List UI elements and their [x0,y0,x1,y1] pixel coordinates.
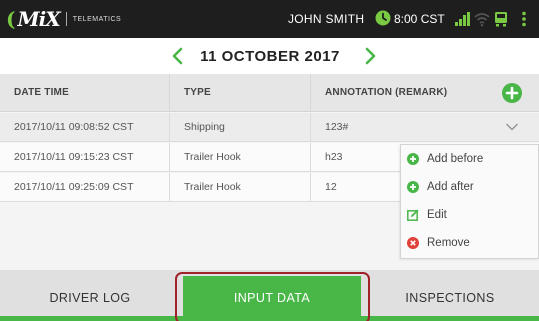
menu-item-add-after[interactable]: Add after [401,174,539,202]
signal-icon [455,12,470,26]
user-name[interactable]: JOHN SMITH [288,12,364,26]
plus-circle-icon [407,181,419,193]
chevron-left-icon[interactable] [170,46,186,66]
chevron-down-icon[interactable] [505,122,519,132]
tab-driver-log[interactable]: DRIVER LOG [0,276,180,321]
menu-item-label: Remove [427,237,470,249]
logo-separator [65,12,67,26]
chevron-right-icon[interactable] [362,46,378,66]
menu-item-add-before[interactable]: Add before [401,146,539,174]
more-menu-icon[interactable] [521,11,527,27]
logo-bracket-icon: ( [6,7,16,31]
current-date: 11 OCTOBER 2017 [200,48,340,65]
table-header: DATE TIME TYPE ANNOTATION (REMARK) [0,74,539,112]
cell-date-time: 2017/10/11 09:25:09 CST [0,173,170,202]
edit-icon [407,209,419,221]
remove-circle-icon [407,237,419,249]
cell-type: Shipping [170,113,311,142]
table-row[interactable]: 2017/10/11 09:08:52 CST Shipping 123# [0,113,539,142]
column-header-date-time: DATE TIME [0,74,170,112]
truck-icon [495,12,507,27]
app-logo: ( MiX TELEMATICS [6,6,121,32]
date-navigation: 11 OCTOBER 2017 [0,38,539,74]
logo-mark: MiX [17,7,60,31]
clock-time: 8:00 CST [394,12,445,26]
cell-type: Trailer Hook [170,173,311,202]
menu-item-label: Add after [427,181,474,193]
cell-date-time: 2017/10/11 09:15:23 CST [0,143,170,172]
add-entry-icon[interactable] [502,83,522,103]
clock-icon [375,10,391,26]
top-bar: ( MiX TELEMATICS JOHN SMITH 8:00 CST [0,0,539,38]
menu-item-remove[interactable]: Remove [401,230,539,258]
logo-subtitle: TELEMATICS [72,15,122,23]
menu-item-edit[interactable]: Edit [401,202,539,230]
cell-date-time: 2017/10/11 09:08:52 CST [0,113,170,142]
active-tab-underline [0,316,539,321]
tab-input-data[interactable]: INPUT DATA [183,276,361,321]
menu-item-label: Add before [427,153,484,165]
tab-inspections[interactable]: INSPECTIONS [361,276,539,321]
row-context-menu: Add before Add after Edit Remove [400,144,539,259]
column-header-type: TYPE [170,74,311,112]
wifi-icon [474,13,490,27]
plus-circle-icon [407,153,419,165]
menu-item-label: Edit [427,209,447,221]
cell-type: Trailer Hook [170,143,311,172]
